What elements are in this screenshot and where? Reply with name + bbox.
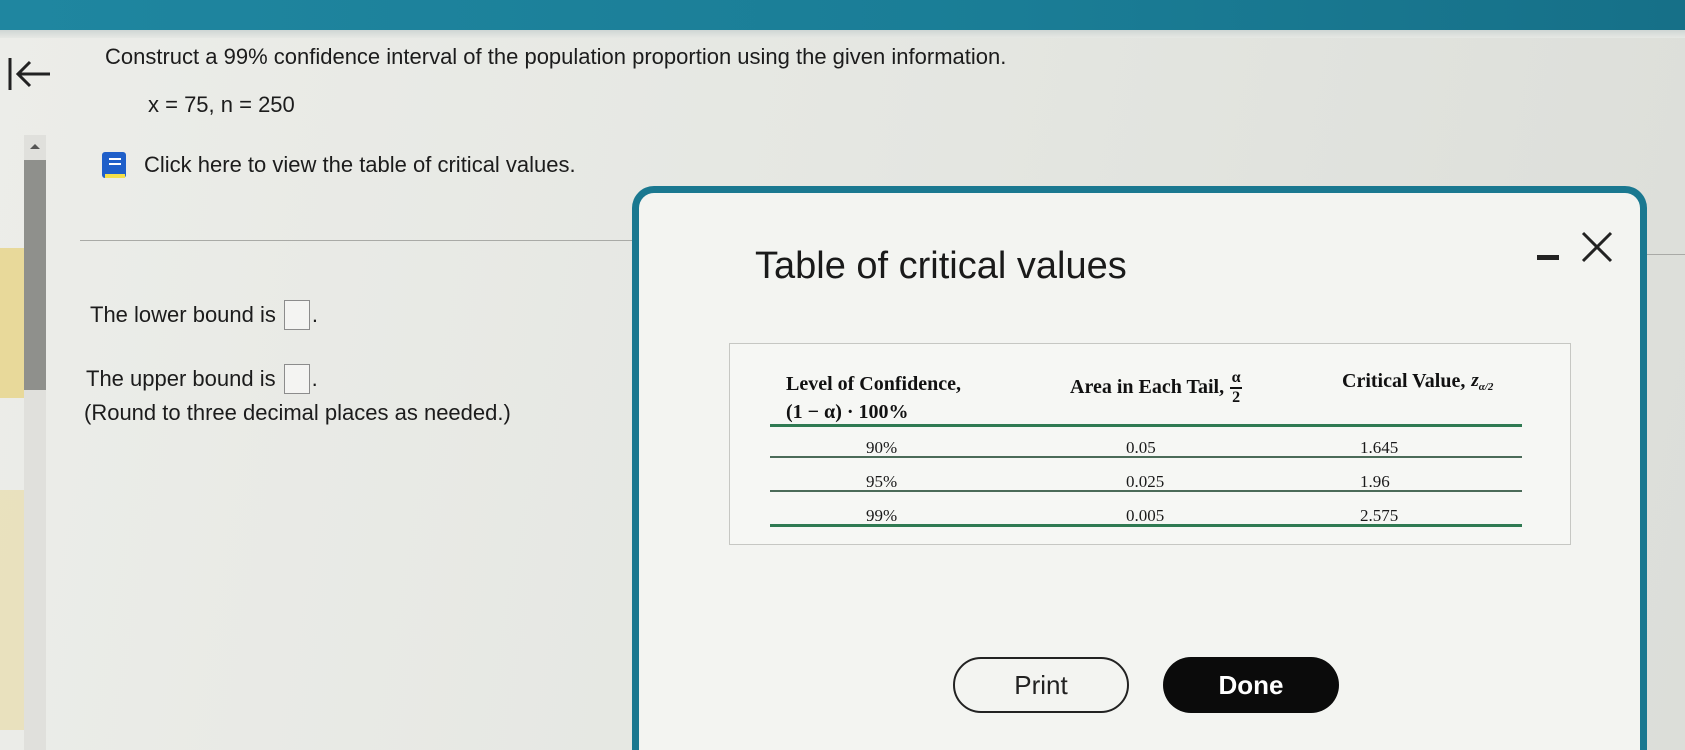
fraction-numerator: α xyxy=(1231,369,1241,386)
header-confidence-line1: Level of Confidence, xyxy=(786,373,961,395)
table-cell: 1.645 xyxy=(1360,438,1399,457)
table-cell: 0.05 xyxy=(1126,438,1156,457)
top-bar xyxy=(0,0,1685,30)
scroll-up-icon[interactable] xyxy=(24,135,46,157)
z-subscript: α/2 xyxy=(1478,381,1494,393)
scrollbar-thumb[interactable] xyxy=(24,160,46,390)
dialog-title: Table of critical values xyxy=(755,245,1127,287)
top-bar-shadow xyxy=(0,30,1685,38)
lower-bound-row: The lower bound is . xyxy=(90,300,318,330)
table-cell: 99% xyxy=(866,506,898,525)
upper-bound-input[interactable] xyxy=(283,364,310,394)
period: . xyxy=(311,366,318,391)
page: Construct a 99% confidence interval of t… xyxy=(0,0,1685,750)
lower-bound-label: The lower bound is xyxy=(90,302,276,327)
table-rule xyxy=(770,424,1522,427)
table-cell: 1.96 xyxy=(1360,472,1390,491)
fraction-denominator: 2 xyxy=(1232,388,1241,406)
given-values: x = 75, n = 250 xyxy=(148,92,295,117)
divider xyxy=(80,240,640,241)
lower-bound-input[interactable] xyxy=(283,300,310,330)
header-confidence: Level of Confidence, (1 − α) · 100% xyxy=(786,370,961,426)
table-cell: 0.025 xyxy=(1126,472,1165,491)
header-tail-area: Area in Each Tail, α 2 xyxy=(1070,369,1243,406)
z-symbol: zα/2 xyxy=(1471,370,1493,393)
back-to-start-icon[interactable] xyxy=(6,54,52,94)
z-letter: z xyxy=(1471,370,1479,391)
critical-values-link[interactable]: Click here to view the table of critical… xyxy=(100,150,576,180)
header-critical-value: Critical Value, zα/2 xyxy=(1342,370,1493,393)
table-cell: 90% xyxy=(866,438,898,457)
period: . xyxy=(311,302,319,327)
question-prompt: Construct a 99% confidence interval of t… xyxy=(105,44,1007,69)
minimize-icon[interactable] xyxy=(1537,255,1559,260)
header-tail-label: Area in Each Tail, xyxy=(1070,376,1225,399)
upper-bound-label: The upper bound is xyxy=(86,366,276,391)
header-critical-label: Critical Value, xyxy=(1342,370,1466,392)
critical-values-table: Level of Confidence, (1 − α) · 100% Area… xyxy=(729,343,1571,545)
table-cell: 95% xyxy=(866,472,898,491)
upper-bound-row: The upper bound is . xyxy=(86,364,318,394)
rounding-note: (Round to three decimal places as needed… xyxy=(84,400,511,425)
critical-values-link-label: Click here to view the table of critical… xyxy=(144,152,576,177)
side-highlight xyxy=(0,490,24,730)
table-cell: 0.005 xyxy=(1126,506,1165,525)
close-icon[interactable] xyxy=(1579,229,1615,265)
critical-values-dialog: Table of critical values Level of Confid… xyxy=(632,186,1647,750)
table-cell: 2.575 xyxy=(1360,506,1399,525)
done-button[interactable]: Done xyxy=(1163,657,1339,713)
alpha-over-two: α 2 xyxy=(1230,369,1243,406)
header-confidence-line2: (1 − α) · 100% xyxy=(786,401,909,423)
book-icon xyxy=(102,152,126,178)
side-highlight xyxy=(0,248,24,398)
print-button[interactable]: Print xyxy=(953,657,1129,713)
